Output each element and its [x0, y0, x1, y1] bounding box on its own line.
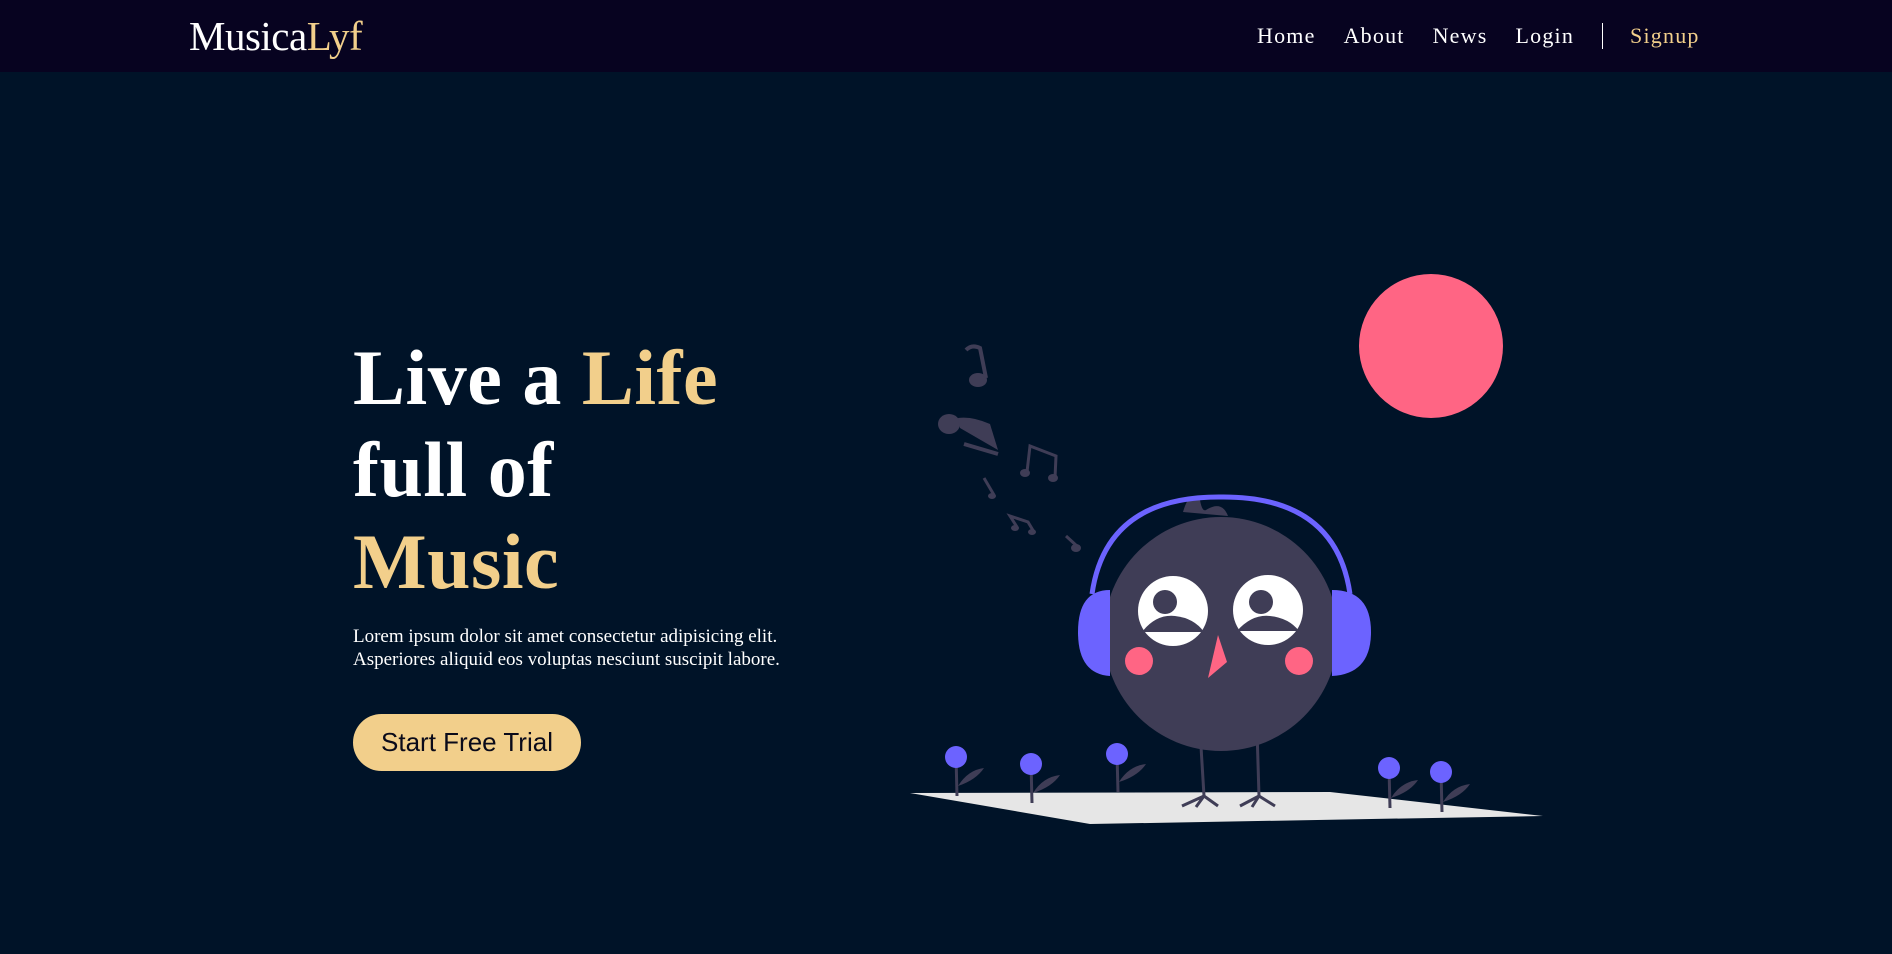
sun-icon [1359, 274, 1503, 418]
brand-logo-part1: Musica [189, 13, 307, 59]
hero-title-line1-accent: Life [581, 334, 719, 421]
nav-about-link[interactable]: About [1344, 21, 1405, 51]
hero-title-line3: Music [353, 518, 560, 605]
headphones-right-ear-icon [1332, 590, 1371, 676]
left-cheek-icon [1125, 647, 1153, 675]
music-notes-icon [938, 344, 1081, 552]
hero-title-line1-start: Live a [353, 334, 582, 421]
hero-description: Lorem ipsum dolor sit amet consectetur a… [353, 626, 780, 670]
nav-news-link[interactable]: News [1433, 21, 1488, 51]
brand-logo[interactable]: MusicaLyf [189, 12, 363, 60]
nav-signup-link[interactable]: Signup [1630, 21, 1700, 51]
brand-logo-part2: Lyf [306, 13, 363, 59]
nav-login-link[interactable]: Login [1515, 21, 1574, 51]
headphones-left-ear-icon [1078, 590, 1110, 676]
main-nav: Home About News Login Signup [1257, 21, 1700, 51]
bird-body-icon [1104, 517, 1338, 751]
nav-divider [1602, 23, 1604, 49]
bird-with-headphones-illustration [910, 274, 1543, 824]
hero-title: Live a Life full of Music [353, 332, 718, 608]
nav-home-link[interactable]: Home [1257, 21, 1316, 51]
start-free-trial-button[interactable]: Start Free Trial [353, 714, 581, 771]
hero-title-line2: full of [353, 426, 554, 513]
navbar: MusicaLyf Home About News Login Signup [0, 0, 1892, 72]
right-cheek-icon [1285, 647, 1313, 675]
